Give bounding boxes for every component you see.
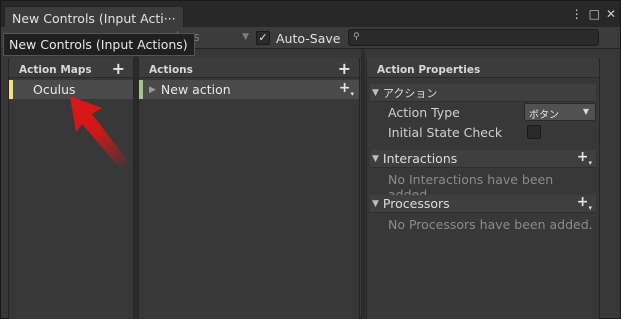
add-interaction-button[interactable]: +▾ (577, 149, 592, 167)
chevron-down-icon: ▼ (582, 107, 589, 116)
initial-state-label: Initial State Check (388, 124, 503, 140)
action-label: New action (160, 82, 231, 97)
action-type-row: Action Type ボタン ▼ (370, 102, 596, 122)
window-tab-title: New Controls (Input Acti··· (12, 11, 176, 26)
add-action-map-button[interactable]: + (112, 59, 125, 78)
interactions-empty-message: No Interactions have been added. (388, 172, 554, 202)
processors-title: Processors (382, 196, 450, 211)
search-field[interactable]: ⚲ (348, 29, 599, 46)
processors-header[interactable]: ▼ Processors +▾ (370, 194, 596, 213)
action-properties-title: Action Properties (377, 64, 481, 76)
action-section-header[interactable]: ▼ アクション (370, 84, 596, 102)
actions-header: Actions + (139, 58, 359, 78)
action-section: ▼ アクション Action Type ボタン ▼ Initial State … (370, 84, 596, 142)
interactions-header[interactable]: ▼ Interactions +▾ (370, 149, 596, 168)
action-properties-header: Action Properties (367, 58, 599, 78)
actions-title: Actions (149, 64, 193, 76)
action-map-color-marker (9, 80, 13, 99)
action-section-title: アクション (382, 86, 438, 100)
add-binding-button[interactable]: +▾ (339, 80, 354, 98)
autosave-checkbox[interactable]: ✓ (256, 31, 270, 45)
action-type-dropdown[interactable]: ボタン ▼ (524, 103, 596, 121)
close-icon[interactable]: ✕ (606, 7, 616, 21)
action-type-value: ボタン (529, 110, 559, 121)
autosave-toggle[interactable]: ✓ Auto-Save (256, 29, 340, 47)
processors-section: ▼ Processors +▾ No Processors have been … (370, 194, 596, 235)
action-type-label: Action Type (388, 104, 460, 120)
window-controls: ⋮ □ ✕ (571, 7, 616, 21)
expand-triangle-icon[interactable]: ▶ (149, 85, 156, 95)
interactions-title: Interactions (382, 151, 458, 166)
maximize-icon[interactable]: □ (589, 7, 600, 21)
collapse-triangle-icon[interactable]: ▼ (372, 88, 379, 98)
action-item[interactable]: ▶ New action +▾ (139, 80, 359, 99)
annotation-arrow-icon (70, 96, 132, 166)
interactions-section: ▼ Interactions +▾ No Interactions have b… (370, 149, 596, 202)
search-input[interactable] (365, 30, 593, 45)
chevron-down-icon: ▼ (242, 32, 249, 42)
title-bar: New Controls (Input Acti··· ⋮ □ ✕ (1, 1, 620, 31)
action-maps-header: Action Maps + (9, 58, 133, 78)
add-action-button[interactable]: + (338, 59, 351, 78)
initial-state-row: Initial State Check (370, 122, 596, 142)
actions-panel: Actions + ▶ New action +▾ (138, 58, 360, 319)
action-properties-panel: Action Properties ▼ アクション Action Type ボタ… (366, 58, 600, 319)
panel-divider[interactable] (361, 49, 365, 319)
processors-empty-message: No Processors have been added. (388, 217, 593, 232)
tab-tooltip: New Controls (Input Actions) (3, 33, 195, 56)
kebab-menu-icon[interactable]: ⋮ (571, 7, 583, 21)
autosave-label: Auto-Save (276, 30, 341, 46)
action-maps-title: Action Maps (19, 64, 92, 76)
add-processor-button[interactable]: +▾ (577, 194, 592, 212)
initial-state-checkbox[interactable] (527, 125, 541, 139)
collapse-triangle-icon[interactable]: ▼ (372, 154, 379, 164)
search-icon: ⚲ (353, 32, 360, 42)
collapse-triangle-icon[interactable]: ▼ (372, 199, 379, 209)
